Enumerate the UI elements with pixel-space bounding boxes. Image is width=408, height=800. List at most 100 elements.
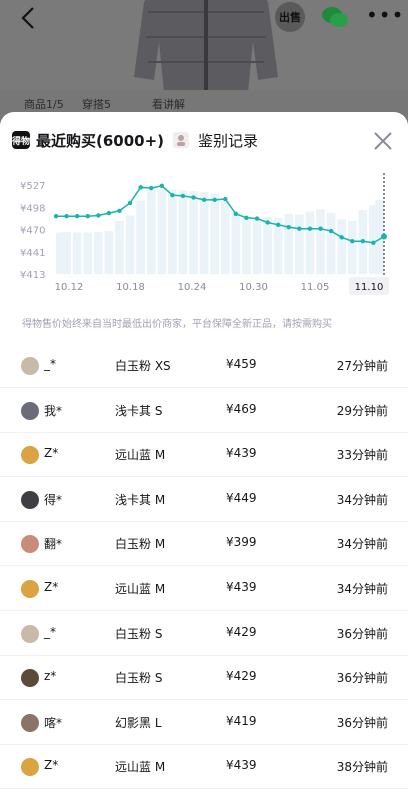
item-spec: 远山蓝 M [115,582,166,596]
product-image [134,0,278,92]
buyer-name: _* [44,624,56,639]
price-point [381,233,387,240]
price-point [244,215,249,220]
more-options-icon[interactable]: ••• [366,4,403,30]
avatar [21,446,39,465]
avatar [21,535,39,554]
item-price: ¥439 [226,758,257,773]
volume-bar [337,219,346,274]
item-price: ¥419 [226,713,257,728]
price-point [328,228,334,234]
volume-bar [178,190,188,274]
volume-bar [326,213,336,274]
price-point [85,214,90,219]
tab-recent-purchases[interactable]: 得物 最近购买(6000+) [12,128,164,152]
price-point [117,208,122,213]
item-price: ¥429 [226,624,257,639]
buyer-name: Z* [44,758,59,773]
price-disclaimer: 得物售价始终来自当时最低出价商家，平台保障全新正品，请按需购买 [22,319,332,330]
volume-bar [72,232,82,274]
purchase-time: 27分钟前 [336,359,388,373]
volume-bar [94,231,103,274]
buyer-name: Z* [44,580,59,594]
buyer-name: _* [44,357,56,371]
item-price: ¥459 [226,357,257,371]
explain-tab[interactable]: 看讲解 [152,96,185,112]
recent-purchases-sheet: 得物 最近购买(6000+) 鉴别记录 ¥527 ¥498 ¥470 ¥441 ¥413… [0,112,408,800]
volume-bar [347,220,357,274]
item-spec: 浅卡其 M [115,492,166,507]
item-price: ¥399 [226,535,257,550]
price-point [297,226,302,231]
product-counter[interactable]: 商品1/5 [24,96,64,112]
volume-bar [242,217,251,274]
purchase-row: _* 白玉粉 XS ¥459 27分钟前 [0,344,408,388]
item-price: ¥439 [226,580,257,594]
price-point [53,214,59,219]
wechat-share-icon[interactable] [320,4,350,30]
volume-bar [83,232,93,274]
purchase-time: 34分钟前 [336,492,388,507]
price-point [360,239,366,244]
purchase-time: 34分钟前 [336,537,388,552]
price-point [339,235,344,240]
avatar [21,401,39,420]
price-point [350,239,355,244]
item-spec: 远山蓝 M [115,448,166,463]
x-tick-label: 11.10 [355,282,384,293]
avatar [21,580,39,598]
x-tick-label: 10.24 [178,282,207,293]
price-point [138,185,143,190]
volume-bar [284,213,294,274]
price-point [96,213,101,218]
item-spec: 白玉粉 M [115,537,166,552]
x-tick-label: 10.18 [116,282,145,293]
volume-bar [157,189,167,274]
price-point [275,222,281,228]
item-spec: 白玉粉 S [115,671,163,686]
item-spec: 浅卡其 S [115,403,163,418]
purchase-row: _* 白玉粉 S ¥429 36分钟前 [0,612,408,656]
tab-recent-purchases-label: 最近购买(6000+) [36,131,165,150]
price-point [254,216,260,221]
volume-bar [231,211,241,274]
outfit-tab[interactable]: 穿搭5 [82,96,111,112]
avatar [21,357,39,375]
buyer-name: 得* [44,492,63,507]
volume-bar [168,189,177,274]
volume-bar [295,214,304,274]
purchase-time: 34分钟前 [336,582,388,596]
item-price: ¥449 [226,490,257,505]
buyer-name: z* [44,669,57,684]
y-tick-label: ¥527 [20,181,45,192]
item-price: ¥469 [226,401,257,416]
purchase-row: 翻* 白玉粉 M ¥399 34分钟前 [0,522,408,567]
purchase-row: Z* 远山蓝 M ¥439 38分钟前 [0,745,408,790]
price-point [170,192,175,198]
y-tick-label: ¥498 [20,203,45,214]
sell-button[interactable]: 出售 [275,2,305,32]
avatar [21,713,39,732]
tab-authentication-records[interactable]: 鉴别记录 [172,128,258,152]
volume-bar [210,193,219,274]
volume-bar [263,217,272,274]
purchase-time: 33分钟前 [336,448,388,463]
authentication-icon [173,132,189,148]
item-spec: 远山蓝 M [115,760,166,775]
price-point [191,195,196,200]
price-point [318,226,323,231]
avatar [21,490,39,509]
price-point [223,196,228,202]
back-icon[interactable] [14,4,44,32]
price-point [265,220,270,225]
volume-bar [125,215,135,274]
close-icon[interactable] [372,130,394,152]
product-page-backdrop: 商品1/5 穿搭5 看讲解 出售 ••• [0,0,408,125]
purchase-time: 38分钟前 [336,760,388,775]
x-tick-label: 11.05 [301,282,330,293]
tab-authentication-records-label: 鉴别记录 [198,131,259,150]
buyer-name: 翻* [44,537,63,552]
volume-bar [146,189,156,274]
avatar [21,669,39,688]
item-price: ¥429 [226,669,257,684]
